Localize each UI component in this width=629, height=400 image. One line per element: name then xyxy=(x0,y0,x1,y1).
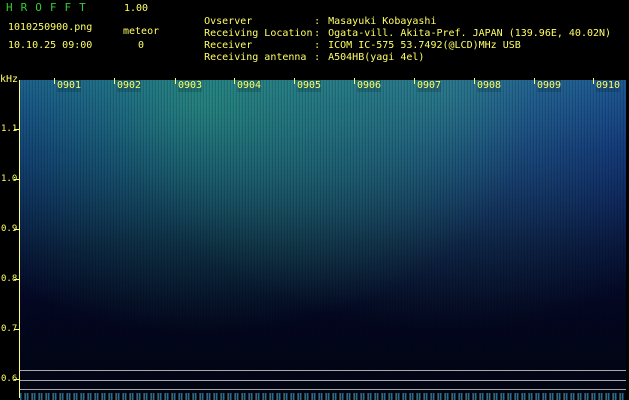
info-label: Receiving antenna xyxy=(204,52,307,63)
x-tick xyxy=(175,78,176,84)
x-tick xyxy=(474,78,475,84)
info-value: Masayuki Kobayashi xyxy=(328,16,437,27)
y-tick xyxy=(14,229,19,230)
spectrogram-noise-texture xyxy=(20,80,626,398)
y-tick xyxy=(14,329,19,330)
x-tick-label: 0908 xyxy=(477,80,502,92)
info-label: Receiver xyxy=(204,40,253,51)
info-row-observer: Ovserver: Masayuki Kobayashi xyxy=(180,4,611,27)
x-tick xyxy=(294,78,295,84)
reference-line xyxy=(20,389,626,390)
info-label: Receiving Location xyxy=(204,28,313,39)
y-axis xyxy=(19,80,20,398)
app-title: HROFFT xyxy=(6,1,94,14)
x-tick-label: 0910 xyxy=(596,80,621,92)
x-tick-label: 0904 xyxy=(237,80,262,92)
info-colon: : xyxy=(314,52,321,63)
x-tick-label: 0906 xyxy=(357,80,382,92)
info-value: ICOM IC-575 53.7492(@LCD)MHz USB xyxy=(328,40,521,51)
station-info: Ovserver: Masayuki Kobayashi Receiving Lo… xyxy=(180,4,612,63)
reference-line xyxy=(20,380,626,381)
x-tick-label: 0902 xyxy=(117,80,142,92)
reference-line xyxy=(20,370,626,371)
x-tick-label: 0909 xyxy=(537,80,562,92)
x-tick-label: 0903 xyxy=(178,80,203,92)
x-tick xyxy=(54,78,55,84)
x-tick-label: 0905 xyxy=(297,80,322,92)
info-colon: : xyxy=(314,40,321,51)
info-value: A504HB(yagi 4el) xyxy=(328,52,425,63)
y-axis-unit: kHz xyxy=(0,74,19,85)
x-tick xyxy=(234,78,235,84)
x-tick xyxy=(534,78,535,84)
y-tick xyxy=(14,129,19,130)
meteor-label: meteor xyxy=(123,26,160,37)
x-tick xyxy=(354,78,355,84)
y-tick xyxy=(14,279,19,280)
timestamp: 10.10.25 09:00 xyxy=(8,40,93,51)
y-tick xyxy=(14,179,19,180)
app-version: 1.00 xyxy=(124,3,149,14)
file-name: 1010250900.png xyxy=(8,22,93,33)
x-tick xyxy=(414,78,415,84)
bottom-noise-band xyxy=(20,393,626,400)
info-value: Ogata-vill. Akita-Pref. JAPAN (139.96E, … xyxy=(328,28,612,39)
meteor-count: 0 xyxy=(138,40,145,51)
y-tick xyxy=(14,379,19,380)
spectrogram-plot xyxy=(20,80,626,398)
x-tick-label: 0907 xyxy=(417,80,442,92)
x-tick xyxy=(593,78,594,84)
x-tick-label: 0901 xyxy=(57,80,82,92)
info-colon: : xyxy=(314,28,321,39)
x-tick xyxy=(114,78,115,84)
info-label: Ovserver xyxy=(204,16,253,27)
info-colon: : xyxy=(314,16,321,27)
